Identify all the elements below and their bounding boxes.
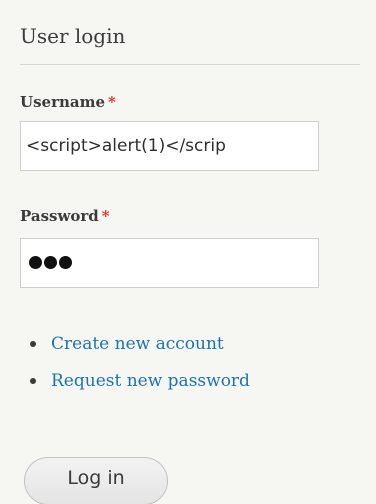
request-password-link[interactable]: Request new password — [51, 371, 250, 391]
log-in-button[interactable]: Log in — [24, 457, 168, 504]
user-links-list: Create new account Request new password — [20, 330, 250, 404]
create-account-link[interactable]: Create new account — [51, 334, 224, 354]
list-item: Create new account — [20, 330, 250, 367]
password-mask-dot — [59, 256, 72, 269]
password-input[interactable] — [20, 238, 319, 288]
password-mask-dot — [44, 256, 57, 269]
user-login-block: User login Username* Password* Create ne… — [0, 0, 376, 504]
password-mask-dot — [29, 256, 42, 269]
password-label-text: Password — [20, 207, 99, 225]
bullet-icon — [30, 378, 36, 384]
password-required-mark: * — [101, 207, 110, 225]
block-title: User login — [20, 24, 126, 48]
bullet-icon — [30, 341, 36, 347]
password-mask — [29, 256, 72, 269]
password-label: Password * — [20, 206, 110, 226]
username-label: Username * — [20, 92, 116, 112]
username-label-text: Username — [20, 93, 106, 111]
title-divider — [20, 64, 360, 65]
username-required-mark: * — [108, 93, 116, 111]
username-input[interactable] — [20, 121, 319, 171]
list-item: Request new password — [20, 367, 250, 404]
